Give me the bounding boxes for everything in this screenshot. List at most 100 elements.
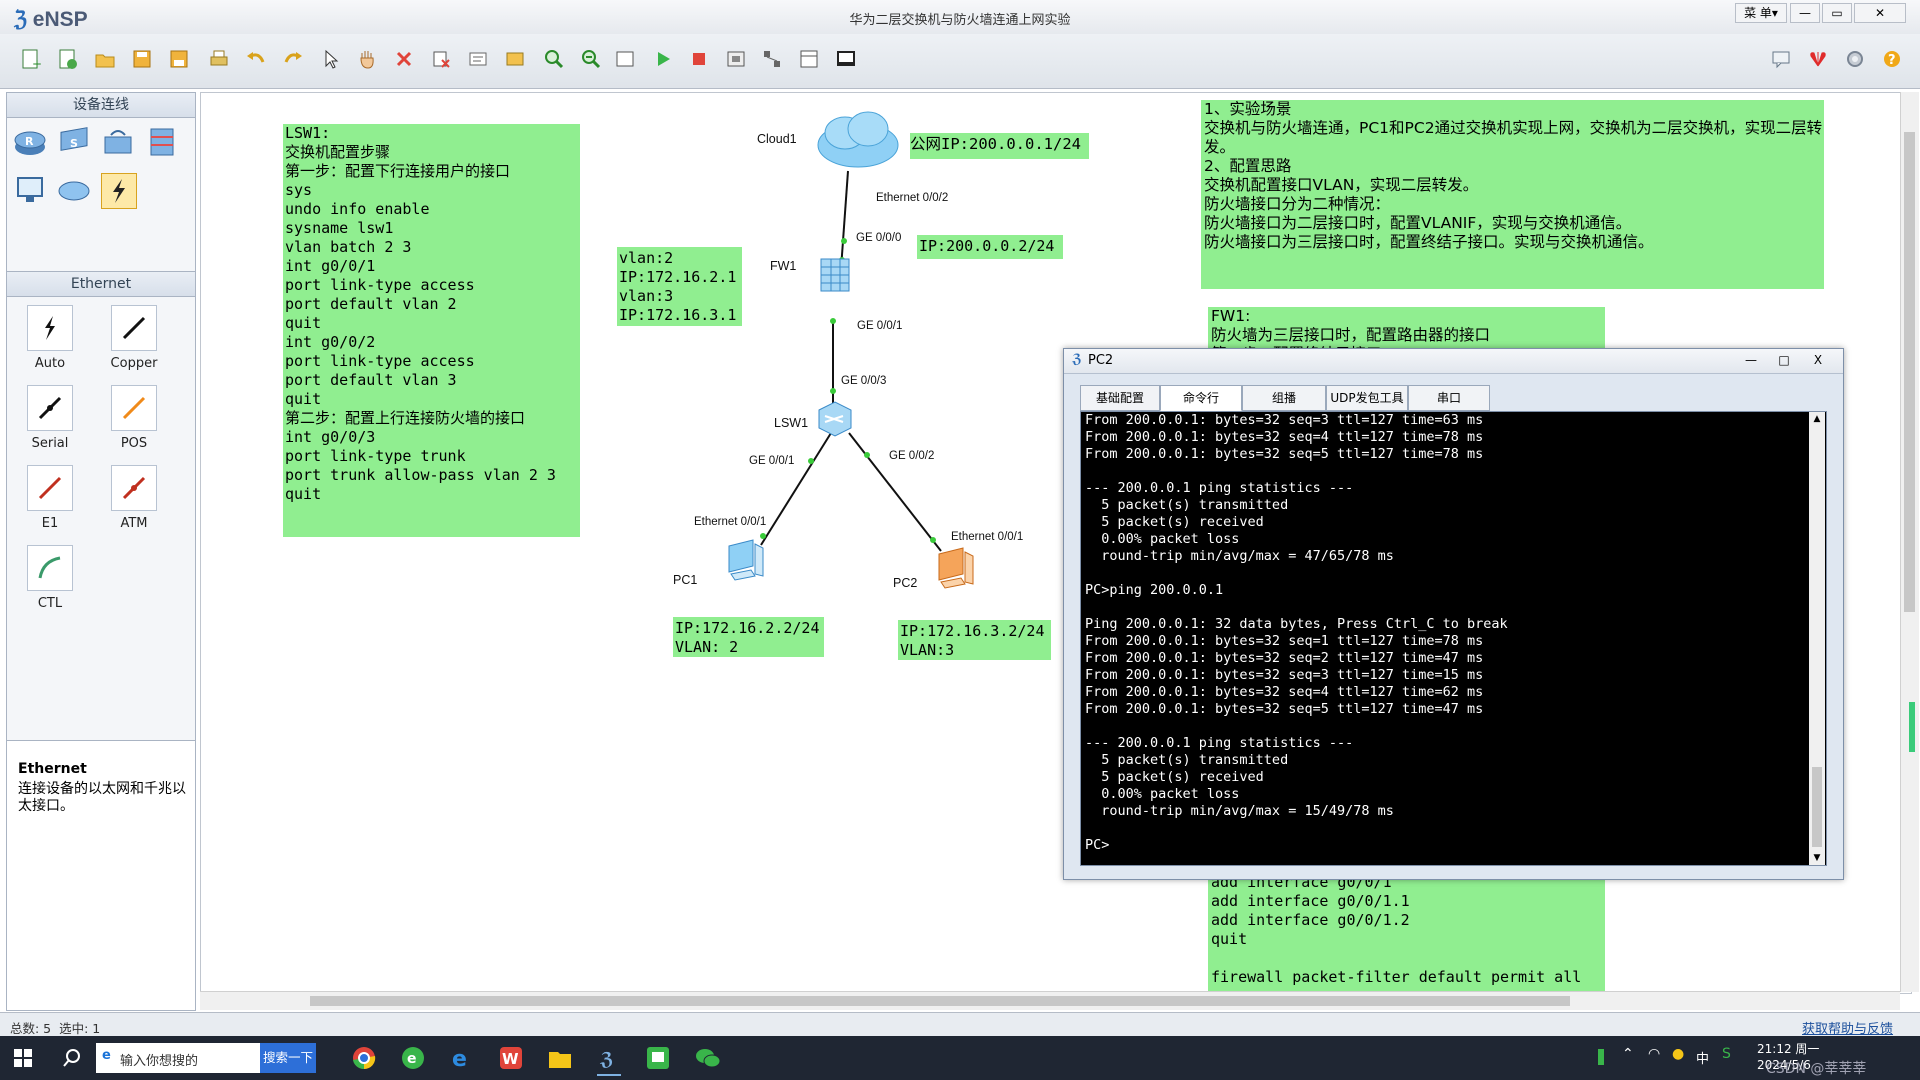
restore-button[interactable]: ▭ xyxy=(1822,3,1852,23)
wifi-icon[interactable]: ◠ xyxy=(1648,1046,1660,1062)
huawei-logo-icon[interactable] xyxy=(1805,46,1831,72)
wlan-icon[interactable] xyxy=(101,125,135,159)
terminal-output[interactable]: From 200.0.0.1: bytes=32 seq=3 ttl=127 t… xyxy=(1081,412,1814,865)
auto-cable-icon[interactable] xyxy=(27,305,73,351)
close-button[interactable]: ✕ xyxy=(1854,3,1906,23)
tab-udp-tool[interactable]: UDP发包工具 xyxy=(1326,385,1408,411)
pc2-maximize-button[interactable]: □ xyxy=(1770,351,1798,369)
help-icon[interactable]: ? xyxy=(1879,46,1905,72)
ctl-cable-icon[interactable] xyxy=(27,545,73,591)
select-pointer-icon[interactable] xyxy=(318,46,344,72)
undo-icon[interactable] xyxy=(243,46,269,72)
wps-icon[interactable]: W xyxy=(499,1046,523,1074)
tray-chevron-icon[interactable]: ⌃ xyxy=(1622,1046,1634,1062)
pc2-device[interactable] xyxy=(931,544,981,598)
serial-cable-icon[interactable] xyxy=(27,385,73,431)
firewall-icon[interactable] xyxy=(145,125,179,159)
wechat-icon[interactable] xyxy=(695,1046,721,1074)
green-app-icon[interactable] xyxy=(646,1046,670,1074)
scroll-up-arrow-icon[interactable]: ▲ xyxy=(1809,412,1825,426)
help-feedback-link[interactable]: 获取帮助与反馈 xyxy=(1802,1018,1893,1037)
new-example-icon[interactable] xyxy=(55,46,81,72)
pc-icon[interactable] xyxy=(13,173,47,207)
text-comment-icon[interactable] xyxy=(465,46,491,72)
hand-drag-icon[interactable] xyxy=(354,46,380,72)
note-lsw1-config[interactable]: LSW1: 交换机配置步骤 第一步：配置下行连接用户的接口 sys undo i… xyxy=(283,124,580,537)
fit-view-icon[interactable] xyxy=(612,46,638,72)
battery-icon[interactable] xyxy=(1598,1049,1604,1065)
fw1-device[interactable] xyxy=(813,253,857,301)
tray-app-icon[interactable]: ● xyxy=(1672,1046,1684,1062)
cloud1-device[interactable] xyxy=(813,103,903,177)
tab-command-line[interactable]: 命令行 xyxy=(1160,385,1242,411)
vertical-scroll-thumb[interactable] xyxy=(1904,132,1915,612)
pc2-minimize-button[interactable]: — xyxy=(1737,351,1765,369)
stop-device-icon[interactable] xyxy=(686,46,712,72)
side-handle[interactable] xyxy=(1909,702,1915,752)
delete-icon[interactable] xyxy=(391,46,417,72)
palette-icon[interactable] xyxy=(502,46,528,72)
tab-multicast[interactable]: 组播 xyxy=(1242,385,1326,411)
cloud-icon[interactable] xyxy=(57,173,91,207)
note-scenario[interactable]: 1、实验场景 交换机与防火墙连通，PC1和PC2通过交换机实现上网，交换机为二层… xyxy=(1201,100,1824,289)
windows-start-icon[interactable] xyxy=(14,1049,32,1071)
lsw1-device[interactable] xyxy=(813,398,857,442)
minimize-button[interactable]: — xyxy=(1790,3,1820,23)
note-public-ip[interactable]: 公网IP:200.0.0.1/24 xyxy=(910,133,1089,159)
save-as-icon[interactable] xyxy=(166,46,192,72)
save-icon[interactable] xyxy=(129,46,155,72)
ime-indicator[interactable]: 中 xyxy=(1696,1048,1709,1067)
pc2-close-button[interactable]: X xyxy=(1804,351,1832,369)
note-fw1-top[interactable]: FW1: 防火墙为三层接口时，配置路由器的接口 第一步：配置终结子接口 xyxy=(1208,307,1605,351)
connection-tool-icon[interactable] xyxy=(101,173,137,209)
taskbar-search-box[interactable]: e 输入你想搜的 xyxy=(96,1043,260,1073)
sogou-icon[interactable]: S xyxy=(1722,1046,1731,1062)
search-button[interactable]: 搜索一下 xyxy=(260,1043,316,1073)
switch-icon[interactable]: S xyxy=(57,125,91,159)
ensp-taskbar-icon[interactable]: ℨ xyxy=(597,1046,621,1076)
tab-basic-config[interactable]: 基础配置 xyxy=(1080,385,1160,411)
print-icon[interactable] xyxy=(206,46,232,72)
layout-icon[interactable] xyxy=(796,46,822,72)
file-explorer-icon[interactable] xyxy=(548,1046,572,1074)
router-icon[interactable]: R xyxy=(13,125,47,159)
console-icon[interactable] xyxy=(833,46,859,72)
delete-link-icon[interactable] xyxy=(428,46,454,72)
note-fw-vlan[interactable]: vlan:2 IP:172.16.2.1 vlan:3 IP:172.16.3.… xyxy=(617,247,742,326)
zoom-in-icon[interactable] xyxy=(541,46,567,72)
horizontal-scroll-thumb[interactable] xyxy=(310,996,1570,1006)
note-fw1-bottom[interactable]: add interface g0/0/1 add interface g0/0/… xyxy=(1208,879,1605,993)
command-terminal[interactable]: From 200.0.0.1: bytes=32 seq=3 ttl=127 t… xyxy=(1080,411,1827,866)
ie-icon[interactable]: e xyxy=(450,1046,474,1074)
note-fw-ip[interactable]: IP:200.0.0.2/24 xyxy=(917,235,1063,259)
new-topology-icon[interactable]: + xyxy=(18,46,44,72)
clock-time[interactable]: 21:12 周一 xyxy=(1757,1040,1819,1057)
settings-gear-icon[interactable] xyxy=(1842,46,1868,72)
pc2-titlebar[interactable]: ℨ PC2 — □ X xyxy=(1064,349,1843,374)
menu-button[interactable]: 菜 单▾ xyxy=(1735,3,1787,23)
note-pc2-ip[interactable]: IP:172.16.3.2/24 VLAN:3 xyxy=(898,620,1051,660)
topology-icon[interactable] xyxy=(759,46,785,72)
terminal-scrollbar[interactable]: ▲ ▼ xyxy=(1809,412,1825,865)
open-file-icon[interactable] xyxy=(92,46,118,72)
copper-cable-icon[interactable] xyxy=(111,305,157,351)
pos-cable-icon[interactable] xyxy=(111,385,157,431)
browser-360-icon[interactable]: e xyxy=(401,1046,425,1074)
pc1-device[interactable] xyxy=(721,536,771,590)
terminal-scroll-thumb[interactable] xyxy=(1812,767,1822,847)
tab-serial[interactable]: 串口 xyxy=(1408,385,1490,411)
capture-icon[interactable] xyxy=(723,46,749,72)
chrome-icon[interactable] xyxy=(352,1046,376,1074)
redo-icon[interactable] xyxy=(280,46,306,72)
scroll-down-arrow-icon[interactable]: ▼ xyxy=(1809,851,1825,865)
e1-cable-icon[interactable] xyxy=(27,465,73,511)
canvas-horizontal-scrollbar[interactable] xyxy=(200,991,1900,1010)
canvas-vertical-scrollbar[interactable] xyxy=(1900,92,1919,992)
search-icon[interactable] xyxy=(62,1048,82,1072)
note-pc1-ip[interactable]: IP:172.16.2.2/24 VLAN: 2 xyxy=(673,617,824,657)
chat-icon[interactable] xyxy=(1768,46,1794,72)
start-device-icon[interactable] xyxy=(650,46,676,72)
zoom-out-icon[interactable] xyxy=(578,46,604,72)
search-input[interactable]: 输入你想搜的 xyxy=(120,1050,198,1069)
atm-cable-icon[interactable] xyxy=(111,465,157,511)
